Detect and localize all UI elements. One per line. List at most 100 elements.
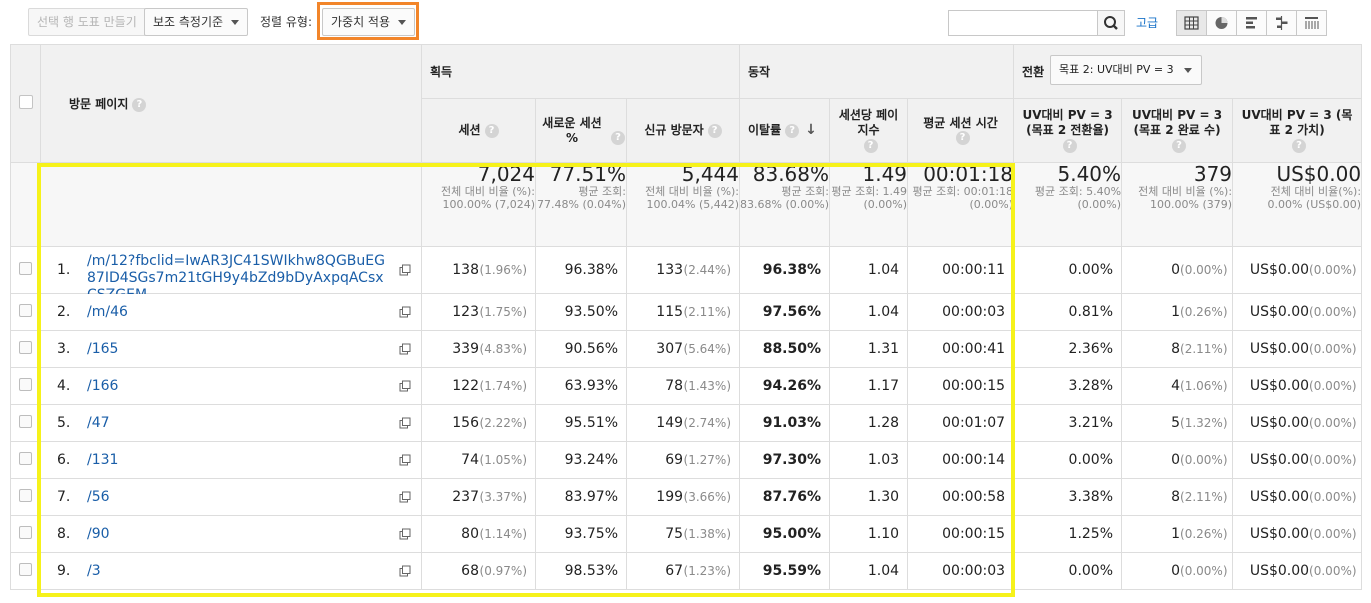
secondary-dimension-dropdown[interactable]: 보조 측정기준 — [144, 8, 249, 36]
percent: (0.00%) — [1309, 263, 1357, 277]
help-icon[interactable]: ? — [1062, 138, 1077, 153]
total-new-users: 5,444 전체 대비 비율 (%): 100.04% (5,442) — [625, 162, 741, 247]
landing-page-link[interactable]: /131 — [87, 452, 393, 469]
metric-label: UV대비 PV = 3 (목표 2 완료 수) — [1131, 108, 1223, 137]
row-checkbox[interactable] — [19, 340, 32, 354]
create-chart-button[interactable]: 선택 행 도표 만들기 — [28, 8, 146, 36]
sort-descending-icon: ↓ — [805, 122, 817, 138]
help-icon[interactable]: ? — [955, 131, 970, 145]
search-button[interactable] — [1097, 10, 1125, 36]
open-page-icon[interactable] — [399, 306, 411, 318]
help-icon[interactable]: ? — [863, 138, 878, 153]
row-number: 4. — [57, 378, 71, 394]
goal-select-dropdown[interactable]: 목표 2: UV대비 PV = 3 — [1050, 55, 1203, 85]
goal-value-cell: US$0.00(0.00%) — [1232, 367, 1363, 405]
table-search-input[interactable] — [948, 10, 1098, 36]
sessions-cell: 80(1.14%) — [421, 515, 536, 553]
value: 156 — [452, 415, 479, 431]
select-all-checkbox[interactable] — [18, 95, 33, 109]
dimension-header[interactable]: 방문 페이지? — [40, 44, 422, 163]
row-checkbox[interactable] — [19, 562, 32, 576]
total-sub: 평균 조회: 5.40% (0.00%) — [1034, 185, 1122, 211]
percent: (1.23%) — [683, 564, 732, 578]
bounce-rate-header[interactable]: 이탈률? ↓ — [739, 98, 831, 163]
help-icon[interactable]: ? — [1172, 138, 1187, 153]
landing-page-link[interactable]: /56 — [87, 489, 393, 506]
open-page-icon[interactable] — [399, 491, 411, 503]
row-checkbox[interactable] — [19, 377, 32, 391]
help-icon[interactable]: ? — [484, 123, 499, 138]
advanced-search-link[interactable]: 고급 — [1136, 10, 1158, 36]
percent: (0.00%) — [1309, 564, 1357, 578]
goal-completions-header[interactable]: UV대비 PV = 3 (목표 2 완료 수)? — [1121, 98, 1234, 163]
landing-page-link[interactable]: /165 — [87, 341, 393, 358]
row-checkbox[interactable] — [19, 451, 32, 465]
percent: (1.96%) — [479, 263, 527, 277]
pages-per-session-header[interactable]: 세션당 페이지수? — [829, 98, 909, 163]
pivot-view-button[interactable] — [1296, 10, 1327, 36]
avg-session-duration-header[interactable]: 평균 세션 시간? — [907, 98, 1015, 163]
new-users-cell: 75(1.38%) — [625, 515, 741, 553]
goal-value-cell: US$0.00(0.00%) — [1232, 441, 1363, 479]
open-page-icon[interactable] — [399, 380, 411, 392]
sessions-cell: 138(1.96%) — [421, 246, 536, 294]
pie-view-button[interactable] — [1206, 10, 1237, 36]
new-users-header[interactable]: 신규 방문자? — [625, 98, 741, 163]
row-number: 8. — [57, 526, 71, 542]
goal-conversion-rate-header[interactable]: UV대비 PV = 3 (목표 2 전환율)? — [1013, 98, 1123, 163]
new-sessions-pct-header[interactable]: 새로운 세션 %? — [535, 98, 627, 163]
avg-session-duration-cell: 00:00:58 — [907, 478, 1015, 516]
row-checkbox-cell — [10, 552, 41, 590]
sessions-cell: 74(1.05%) — [421, 441, 536, 479]
goal-value-header[interactable]: UV대비 PV = 3 (목표 2 가치)? — [1232, 98, 1363, 163]
sessions-cell: 122(1.74%) — [421, 367, 536, 405]
sessions-header[interactable]: 세션? — [421, 98, 536, 163]
landing-page-link[interactable]: /m/46 — [87, 304, 393, 321]
landing-page-link[interactable]: /90 — [87, 526, 393, 543]
goal-value-cell: US$0.00(0.00%) — [1232, 404, 1363, 442]
open-page-icon[interactable] — [399, 417, 411, 429]
value: 237 — [452, 489, 479, 505]
row-checkbox[interactable] — [19, 525, 32, 539]
row-checkbox-cell — [10, 246, 41, 294]
value: US$0.00 — [1249, 563, 1310, 579]
performance-view-button[interactable] — [1236, 10, 1267, 36]
row-checkbox[interactable] — [19, 303, 32, 317]
help-icon[interactable]: ? — [707, 123, 722, 138]
row-number: 9. — [57, 563, 71, 579]
help-icon[interactable]: ? — [132, 97, 147, 112]
value: US$0.00 — [1249, 304, 1310, 320]
row-checkbox-cell — [10, 404, 41, 442]
new-sessions-pct-cell: 98.53% — [535, 552, 627, 590]
percent: (2.11%) — [683, 305, 732, 319]
open-page-icon[interactable] — [399, 565, 411, 577]
help-icon[interactable]: ? — [785, 123, 800, 138]
value: 307 — [656, 341, 684, 357]
row-checkbox[interactable] — [19, 261, 32, 275]
goal-value-cell: US$0.00(0.00%) — [1232, 552, 1363, 590]
total-value: US$0.00 — [1276, 162, 1362, 186]
table-view-button[interactable] — [1176, 10, 1207, 36]
open-page-icon[interactable] — [399, 528, 411, 540]
landing-page-cell: 4. /166 — [40, 367, 422, 405]
total-sub: 평균 조회: 00:01:18 (0.00%) — [912, 185, 1014, 211]
row-checkbox[interactable] — [19, 488, 32, 502]
percent: (1.74%) — [479, 379, 527, 393]
pivot-view-icon — [1305, 17, 1319, 29]
open-page-icon[interactable] — [399, 343, 411, 355]
landing-page-link[interactable]: /166 — [87, 378, 393, 395]
landing-page-link[interactable]: /47 — [87, 415, 393, 432]
open-page-icon[interactable] — [399, 454, 411, 466]
totals-checkbox-cell — [10, 162, 41, 247]
value: US$0.00 — [1249, 341, 1310, 357]
row-checkbox[interactable] — [19, 414, 32, 428]
sort-type-label: 정렬 유형: — [260, 15, 313, 29]
goal-value-cell: US$0.00(0.00%) — [1232, 246, 1363, 294]
open-page-icon[interactable] — [399, 264, 411, 276]
percent: (0.00%) — [1309, 379, 1357, 393]
comparison-view-button[interactable] — [1266, 10, 1297, 36]
landing-page-link[interactable]: /3 — [87, 563, 393, 580]
help-icon[interactable]: ? — [1292, 138, 1307, 153]
help-icon[interactable]: ? — [611, 131, 625, 145]
row-number: 7. — [57, 489, 71, 505]
